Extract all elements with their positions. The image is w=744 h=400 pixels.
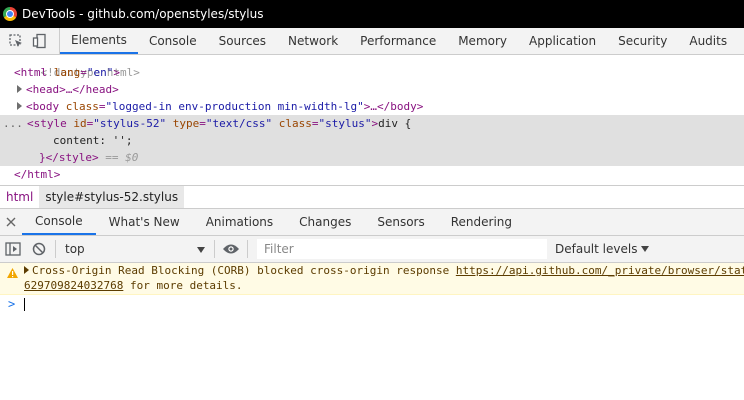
more-actions-icon[interactable]: ... <box>3 115 23 132</box>
tab-application[interactable]: Application <box>518 28 607 54</box>
expand-arrow-icon[interactable] <box>24 266 29 274</box>
expand-arrow-icon[interactable] <box>17 85 22 93</box>
context-value: top <box>65 242 85 256</box>
warning-suffix: for more details. <box>123 279 243 292</box>
html-open-tag: <html <box>14 66 48 79</box>
warning-text: Cross-Origin Read Blocking (CORB) blocke… <box>32 264 456 277</box>
console-toolbar: top Filter Default levels <box>0 236 744 263</box>
warning-line-1: Cross-Origin Read Blocking (CORB) blocke… <box>24 264 744 278</box>
style-id-attr: id <box>73 117 87 130</box>
chrome-logo-icon <box>3 7 17 21</box>
dropdown-arrow-icon <box>641 246 650 252</box>
body-class-attr: class <box>65 100 99 113</box>
filter-placeholder: Filter <box>264 242 294 256</box>
style-close-line: }</style> == $0 <box>0 149 744 166</box>
html-close-tag: </html> <box>14 168 61 181</box>
tab-elements[interactable]: Elements <box>60 28 138 54</box>
inspect-element-icon[interactable] <box>8 33 24 49</box>
tab-console[interactable]: Console <box>138 28 208 54</box>
main-tab-bar: Elements Console Sources Network Perform… <box>0 28 744 55</box>
warning-line-2: 629709824032768 for more details. <box>24 279 243 293</box>
window-title: DevTools - github.com/openstyles/stylus <box>22 7 264 21</box>
toggle-sidebar-icon[interactable] <box>0 236 26 262</box>
prompt-chevron-icon: > <box>8 297 16 311</box>
breadcrumb: html style#stylus-52.stylus <box>0 185 744 209</box>
expand-arrow-icon[interactable] <box>17 102 22 110</box>
breadcrumb-html[interactable]: html <box>0 186 39 208</box>
toolbar-divider <box>247 240 248 258</box>
html-node[interactable]: <html lang="en"> <box>0 64 744 81</box>
drawer-tab-whats-new[interactable]: What's New <box>96 209 193 235</box>
doctype-node[interactable]: <!doctype html> <box>0 55 744 79</box>
style-class-value: "stylus" <box>318 117 372 130</box>
style-type-attr: type <box>172 117 200 130</box>
elements-tree: <!doctype html> <html lang="en"> <head>…… <box>0 55 744 185</box>
drawer-tab-sensors[interactable]: Sensors <box>364 209 437 235</box>
head-tag: <head>…</head> <box>26 83 119 96</box>
log-levels-label: Default levels <box>555 242 638 256</box>
toolbar-divider <box>55 240 56 258</box>
html-lang-attr: lang <box>53 66 81 79</box>
tab-network[interactable]: Network <box>277 28 349 54</box>
breadcrumb-style[interactable]: style#stylus-52.stylus <box>39 186 185 208</box>
style-content-line: content: ''; <box>0 132 744 149</box>
style-class-attr: class <box>278 117 312 130</box>
warning-link[interactable]: https://api.github.com/_private/browser/… <box>456 264 744 277</box>
tab-security[interactable]: Security <box>607 28 678 54</box>
style-id-value: "stylus-52" <box>93 117 167 130</box>
log-levels-dropdown[interactable]: Default levels <box>555 242 650 256</box>
body-node[interactable]: <body class="logged-in env-production mi… <box>0 98 744 115</box>
eye-icon[interactable] <box>218 236 244 262</box>
body-class-value: "logged-in env-production min-width-lg" <box>105 100 364 113</box>
warning-icon <box>7 268 18 281</box>
style-open-tag: <style <box>27 117 67 130</box>
console-ref-marker: == $0 <box>105 151 139 164</box>
style-type-value: "text/css" <box>205 117 273 130</box>
tab-sources[interactable]: Sources <box>208 28 277 54</box>
style-close-tag: }</style> <box>39 151 99 164</box>
html-open-close: > <box>113 66 120 79</box>
tab-performance[interactable]: Performance <box>349 28 447 54</box>
console-warning-message: Cross-Origin Read Blocking (CORB) blocke… <box>0 263 744 295</box>
warning-link-continued[interactable]: 629709824032768 <box>24 279 123 292</box>
head-node[interactable]: <head>…</head> <box>0 81 744 98</box>
drawer-tab-bar: Console What's New Animations Changes Se… <box>0 209 744 236</box>
style-text: div { <box>378 117 412 130</box>
drawer-tab-console[interactable]: Console <box>22 209 96 235</box>
tool-icons <box>0 28 60 54</box>
context-selector[interactable]: top <box>59 242 211 256</box>
text-cursor <box>24 298 25 311</box>
drawer-tab-animations[interactable]: Animations <box>193 209 286 235</box>
close-drawer-icon[interactable] <box>0 209 22 235</box>
filter-input[interactable]: Filter <box>257 239 547 259</box>
clear-console-icon[interactable] <box>26 236 52 262</box>
title-bar: DevTools - github.com/openstyles/stylus <box>0 0 744 28</box>
html-close-line: </html> <box>0 166 744 183</box>
drawer-tab-rendering[interactable]: Rendering <box>438 209 525 235</box>
dropdown-arrow-icon <box>197 242 205 256</box>
style-node[interactable]: ... <style id="stylus-52" type="text/css"… <box>0 115 744 132</box>
html-lang-value: "en" <box>86 66 114 79</box>
console-prompt[interactable]: > <box>0 295 744 313</box>
body-close-tag: >…</body> <box>363 100 424 113</box>
style-content-text: content: ''; <box>53 134 133 147</box>
tab-audits[interactable]: Audits <box>678 28 738 54</box>
toolbar-divider <box>214 240 215 258</box>
device-toolbar-icon[interactable] <box>32 33 48 49</box>
drawer-tab-changes[interactable]: Changes <box>286 209 364 235</box>
body-open-tag: <body <box>26 100 60 113</box>
tab-memory[interactable]: Memory <box>447 28 518 54</box>
